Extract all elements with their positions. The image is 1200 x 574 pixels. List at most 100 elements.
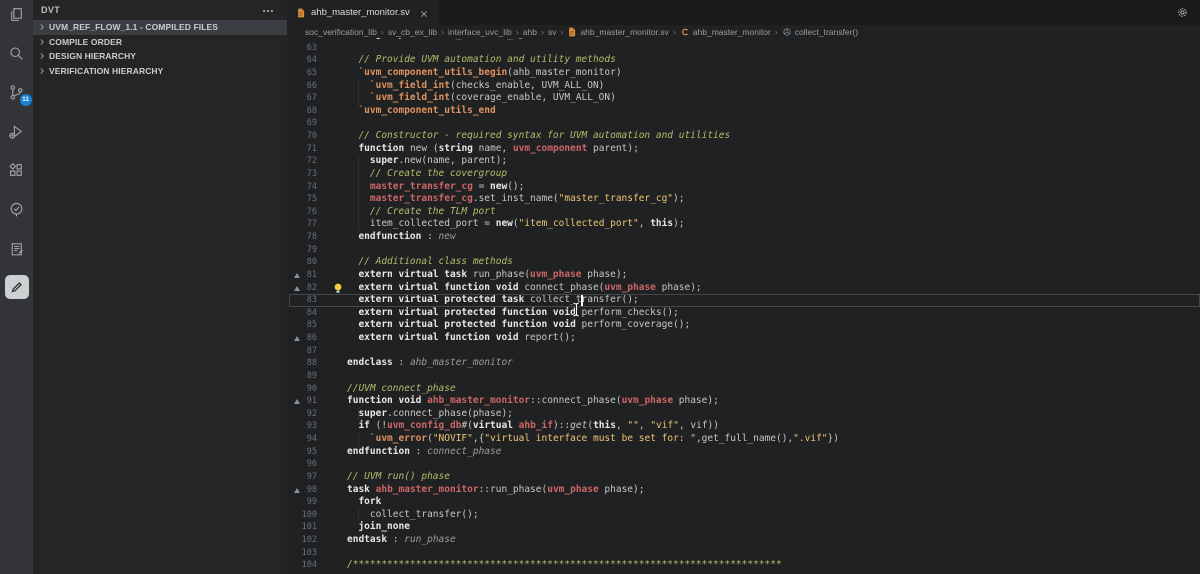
code-text[interactable]: function void ahb_master_monitor::connec…: [347, 395, 719, 408]
code-line-84[interactable]: 84 extern virtual protected function voi…: [287, 307, 1200, 320]
breadcrumb-item[interactable]: ahb_master_monitor: [693, 27, 771, 37]
chevron-right-icon[interactable]: [37, 66, 47, 76]
code-text[interactable]: // UVM run() phase: [347, 471, 450, 484]
close-icon[interactable]: [418, 7, 430, 19]
code-line-98[interactable]: 98 task ahb_master_monitor::run_phase(uvm…: [287, 484, 1200, 497]
code-text[interactable]: `uvm_component_utils_begin(ahb_master_mo…: [347, 67, 621, 80]
code-text[interactable]: fork: [347, 496, 381, 509]
code-line-83[interactable]: 83 extern virtual protected task collect…: [287, 294, 1200, 307]
activity-build-clipboard-icon[interactable]: [5, 236, 29, 260]
code-line-66[interactable]: 66 `uvm_field_int(checks_enable, UVM_ALL…: [287, 79, 1200, 93]
breadcrumb-item[interactable]: sv: [548, 27, 557, 37]
code-text[interactable]: extern virtual function void connect_pha…: [347, 282, 701, 295]
code-line-73[interactable]: 73 // Create the covergroup: [287, 167, 1200, 181]
code-line-72[interactable]: 72 super.new(name, parent);: [287, 155, 1200, 168]
code-text[interactable]: // Additional class methods: [347, 256, 512, 269]
code-line-78[interactable]: 78 endfunction : new: [287, 231, 1200, 244]
code-text[interactable]: super.connect_phase(phase);: [347, 407, 513, 421]
code-line-79[interactable]: 79: [287, 244, 1200, 257]
code-line-91[interactable]: 91 function void ahb_master_monitor::conn…: [287, 395, 1200, 408]
activity-source-control-icon[interactable]: 11: [5, 80, 32, 106]
code-text[interactable]: endfunction : new: [347, 231, 455, 244]
code-text[interactable]: endtask : run_phase: [347, 534, 456, 547]
extern-link-marker-icon[interactable]: [294, 399, 300, 405]
activity-extensions-icon[interactable]: [5, 158, 29, 182]
breadcrumb-item[interactable]: collect_transfer(): [795, 27, 858, 37]
lightbulb-icon[interactable]: [333, 283, 343, 294]
code-line-101[interactable]: 101 join_none: [287, 521, 1200, 534]
code-line-71[interactable]: 71 function new (string name, uvm_compon…: [287, 143, 1200, 156]
code-line-87[interactable]: 87: [287, 345, 1200, 358]
sidebar-item-compile-order[interactable]: COMPILE ORDER: [33, 35, 287, 50]
code-text[interactable]: `uvm_component_utils_end: [347, 105, 495, 118]
extern-link-marker-icon[interactable]: [294, 285, 300, 291]
code-line-80[interactable]: 80 // Additional class methods: [287, 256, 1200, 269]
chevron-right-icon[interactable]: [37, 37, 47, 47]
code-line-102[interactable]: 102 endtask : run_phase: [287, 534, 1200, 547]
code-line-63[interactable]: 63: [287, 42, 1200, 55]
code-text[interactable]: master_transfer_cg = new();: [347, 180, 524, 194]
code-text[interactable]: /***************************************…: [347, 559, 782, 572]
code-text[interactable]: extern virtual task run_phase(uvm_phase …: [347, 269, 627, 282]
code-text[interactable]: endclass : ahb_master_monitor: [347, 357, 513, 370]
sidebar-item-verification-hierarchy[interactable]: VERIFICATION HIERARCHY: [33, 64, 287, 79]
code-line-92[interactable]: 92 super.connect_phase(phase);: [287, 407, 1200, 421]
activity-verify-circle-check-icon[interactable]: [5, 197, 29, 221]
code-text[interactable]: // Create the TLM port: [347, 205, 496, 219]
code-text[interactable]: item_collected_port = new("item_collecte…: [347, 218, 685, 232]
code-line-90[interactable]: 90 //UVM connect_phase: [287, 383, 1200, 396]
code-line-93[interactable]: 93 if (!uvm_config_db#(virtual ahb_if)::…: [287, 420, 1200, 433]
gear-icon[interactable]: [1176, 6, 1189, 19]
code-line-97[interactable]: 97 // UVM run() phase: [287, 471, 1200, 484]
code-text[interactable]: extern virtual protected task collect_tr…: [347, 294, 639, 307]
code-line-68[interactable]: 68 `uvm_component_utils_end: [287, 105, 1200, 118]
code-line-96[interactable]: 96: [287, 458, 1200, 471]
code-text[interactable]: // Create the covergroup: [347, 167, 507, 181]
code-line-88[interactable]: 88 endclass : ahb_master_monitor: [287, 357, 1200, 370]
activity-files-icon[interactable]: [5, 2, 29, 26]
code-text[interactable]: `uvm_field_int(coverage_enable, UVM_ALL_…: [347, 92, 616, 105]
chevron-right-icon[interactable]: [37, 22, 47, 32]
code-line-65[interactable]: 65 `uvm_component_utils_begin(ahb_master…: [287, 67, 1200, 80]
code-line-99[interactable]: 99 fork: [287, 496, 1200, 509]
code-line-95[interactable]: 95 endfunction : connect_phase: [287, 446, 1200, 459]
code-text[interactable]: `uvm_field_int(checks_enable, UVM_ALL_ON…: [347, 79, 604, 93]
code-line-94[interactable]: 94 `uvm_error("NOVIF",{"virtual interfac…: [287, 433, 1200, 446]
code-text[interactable]: // Provide UVM automation and utility me…: [347, 54, 615, 67]
code-text[interactable]: collect_transfer();: [347, 508, 479, 522]
code-line-89[interactable]: 89: [287, 370, 1200, 383]
code-text[interactable]: `uvm_error("NOVIF",{"virtual interface m…: [347, 433, 839, 446]
activity-search-icon[interactable]: [5, 41, 29, 65]
code-text[interactable]: endfunction : connect_phase: [347, 446, 501, 459]
code-line-104[interactable]: 104 /************************************…: [287, 559, 1200, 572]
code-text[interactable]: if (!uvm_config_db#(virtual ahb_if)::get…: [347, 420, 719, 433]
code-line-82[interactable]: 82 extern virtual function void connect_…: [287, 282, 1200, 295]
code-line-75[interactable]: 75 master_transfer_cg.set_inst_name("mas…: [287, 193, 1200, 206]
code-text[interactable]: task ahb_master_monitor::run_phase(uvm_p…: [347, 484, 644, 497]
breadcrumb-item[interactable]: ahb: [523, 27, 537, 37]
code-line-85[interactable]: 85 extern virtual protected function voi…: [287, 319, 1200, 332]
chevron-right-icon[interactable]: [37, 51, 47, 61]
extern-link-marker-icon[interactable]: [294, 487, 300, 493]
code-text[interactable]: // Constructor - required syntax for UVM…: [347, 130, 730, 143]
code-line-69[interactable]: 69: [287, 117, 1200, 130]
sidebar-item-design-hierarchy[interactable]: DESIGN HIERARCHY: [33, 49, 287, 64]
breadcrumb-item[interactable]: interface_uvc_lib: [448, 27, 512, 37]
code-line-103[interactable]: 103: [287, 547, 1200, 560]
code-text[interactable]: extern virtual protected function void p…: [347, 319, 690, 332]
activity-run-debug-icon[interactable]: [5, 119, 29, 143]
extern-link-marker-icon[interactable]: [294, 336, 300, 341]
code-line-74[interactable]: 74 master_transfer_cg = new();: [287, 180, 1200, 194]
code-line-100[interactable]: 100 collect_transfer();: [287, 508, 1200, 522]
breadcrumb-item[interactable]: soc_verification_lib: [305, 27, 377, 37]
code-text[interactable]: extern virtual protected function void p…: [347, 307, 678, 320]
code-line-81[interactable]: 81 extern virtual task run_phase(uvm_pha…: [287, 269, 1200, 282]
more-actions-icon[interactable]: [261, 4, 275, 18]
tab-ahb-master-monitor-sv[interactable]: ahb_master_monitor.sv: [287, 0, 439, 25]
code-text[interactable]: join_none: [347, 521, 409, 534]
breadcrumb-item[interactable]: ahb_master_monitor.sv: [580, 27, 668, 37]
activity-dvt-pencil-icon[interactable]: [4, 275, 29, 299]
code-text[interactable]: master_transfer_cg.set_inst_name("master…: [347, 193, 684, 206]
code-line-86[interactable]: 86 extern virtual function void report()…: [287, 332, 1200, 345]
code-line-67[interactable]: 67 `uvm_field_int(coverage_enable, UVM_A…: [287, 92, 1200, 105]
